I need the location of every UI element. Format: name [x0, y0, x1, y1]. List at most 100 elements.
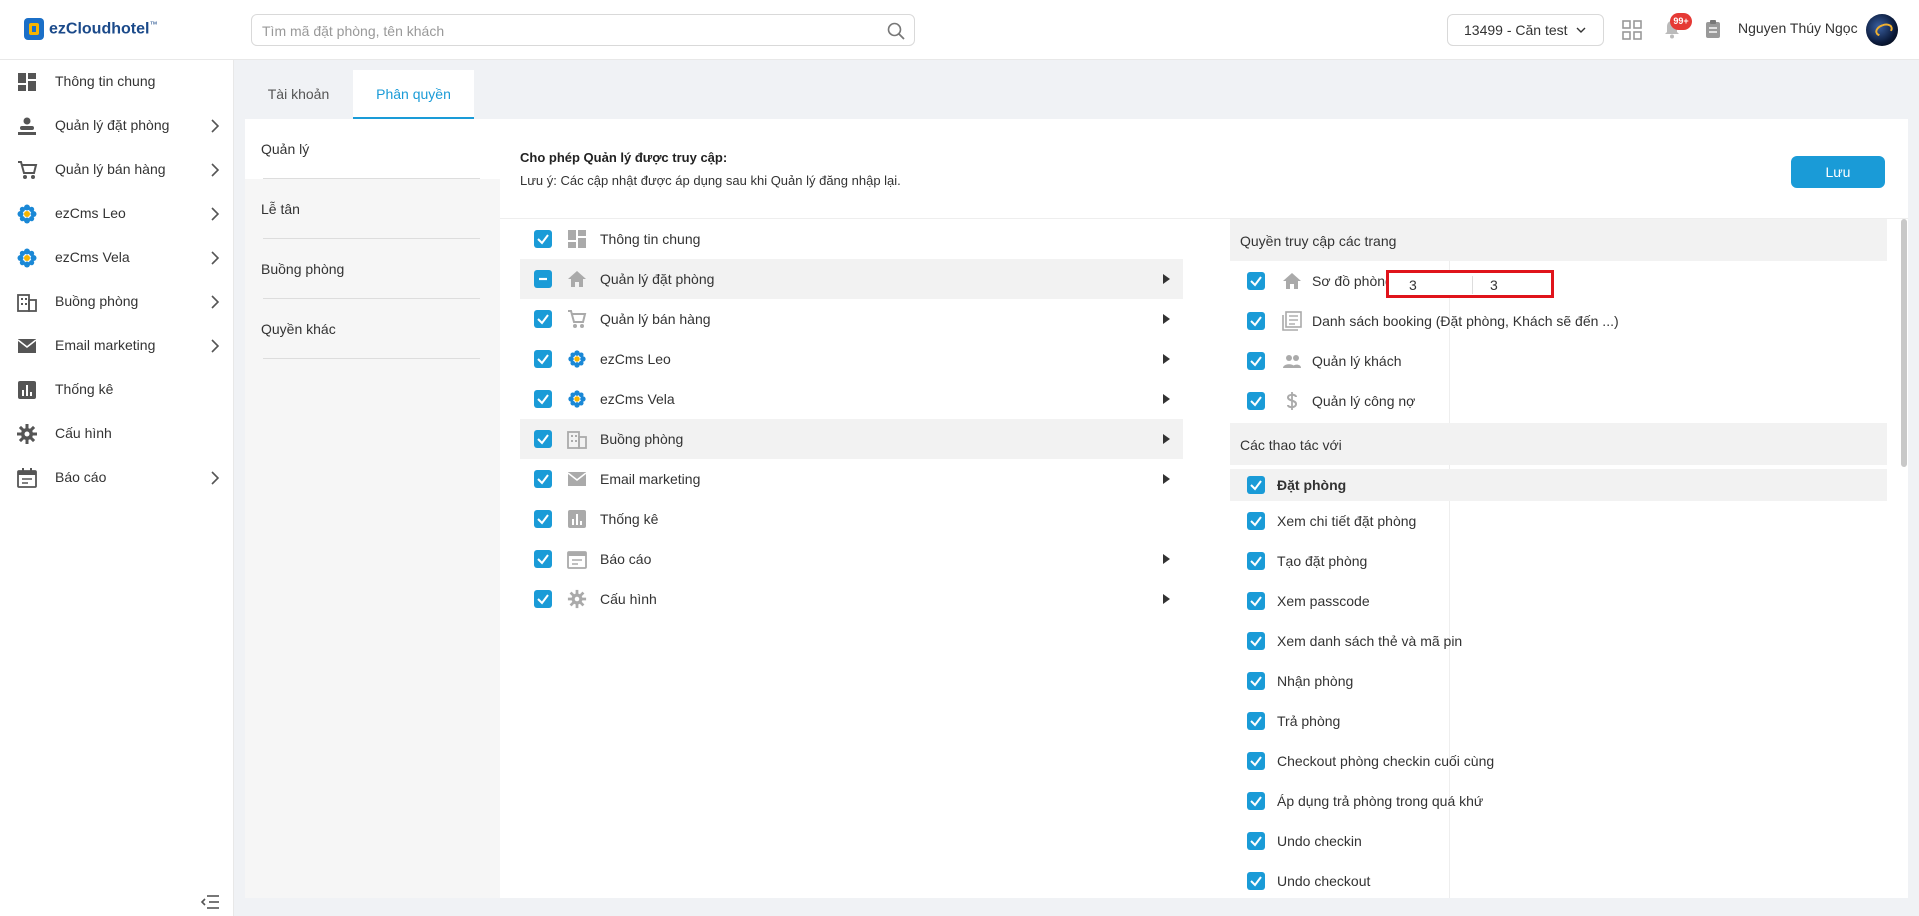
- access-item-so-do-phong[interactable]: Sơ đồ phòng: [1230, 261, 1887, 301]
- module-item-ezcms-leo[interactable]: ezCms Leo: [520, 339, 1183, 379]
- checkbox-checked[interactable]: [1247, 512, 1265, 530]
- action-item[interactable]: Undo checkout: [1230, 861, 1887, 901]
- tab-permissions[interactable]: Phân quyền: [353, 70, 474, 119]
- action-group-label: Đặt phòng: [1277, 477, 1347, 493]
- module-item-thong-tin-chung[interactable]: Thông tin chung: [520, 219, 1183, 259]
- action-item[interactable]: Xem chi tiết đặt phòng: [1230, 501, 1887, 541]
- section-title: Các thao tác với: [1240, 437, 1342, 453]
- hotel-selector[interactable]: 13499 - Căn test: [1447, 14, 1604, 46]
- role-item-quyen-khac[interactable]: Quyền khác: [245, 299, 500, 359]
- caret-right-icon: [1163, 354, 1170, 364]
- sidebar-item-quan-ly-dat-phong[interactable]: Quản lý đặt phòng: [0, 104, 234, 148]
- action-label: Xem passcode: [1277, 593, 1370, 609]
- checkbox-checked[interactable]: [1247, 272, 1265, 290]
- action-item[interactable]: Tạo đặt phòng: [1230, 541, 1887, 581]
- sidebar-item-label: Thống kê: [55, 381, 114, 397]
- checkbox-checked[interactable]: [534, 550, 552, 568]
- brand-logo[interactable]: ezCloudhotel™: [24, 17, 157, 41]
- checkbox-checked[interactable]: [534, 470, 552, 488]
- checkbox-checked[interactable]: [534, 590, 552, 608]
- sidebar-item-buong-phong[interactable]: Buồng phòng: [0, 280, 234, 324]
- sidebar-item-ezcms-leo[interactable]: ezCms Leo: [0, 192, 234, 236]
- room-map-input-1[interactable]: [1409, 276, 1469, 294]
- search-input[interactable]: [262, 21, 862, 41]
- module-item-thong-ke[interactable]: Thống kê: [520, 499, 1183, 539]
- search-icon[interactable]: [886, 21, 906, 41]
- sidebar-item-cau-hinh[interactable]: Cấu hình: [0, 412, 234, 456]
- action-item[interactable]: Xem danh sách thẻ và mã pin: [1230, 621, 1887, 661]
- access-item-danh-sach-booking[interactable]: Danh sách booking (Đặt phòng, Khách sẽ đ…: [1230, 301, 1887, 341]
- access-label: Danh sách booking (Đặt phòng, Khách sẽ đ…: [1312, 313, 1619, 329]
- action-item[interactable]: Xem passcode: [1230, 581, 1887, 621]
- checkbox-checked[interactable]: [1247, 392, 1265, 410]
- role-item-le-tan[interactable]: Lễ tân: [245, 179, 500, 239]
- access-item-quan-ly-cong-no[interactable]: Quản lý công nợ: [1230, 381, 1887, 421]
- sidebar: Thông tin chung Quản lý đặt phòng Quản l…: [0, 60, 234, 916]
- role-label: Quyền khác: [261, 321, 336, 337]
- module-item-cau-hinh[interactable]: Cấu hình: [520, 579, 1183, 619]
- sidebar-item-label: Thông tin chung: [55, 73, 156, 89]
- room-map-input-2[interactable]: [1490, 276, 1550, 294]
- brand-tm: ™: [149, 19, 158, 29]
- checkbox-checked[interactable]: [1247, 352, 1265, 370]
- clipboard-icon[interactable]: [1702, 18, 1724, 40]
- sidebar-item-ezcms-vela[interactable]: ezCms Vela: [0, 236, 234, 280]
- module-item-buong-phong[interactable]: Buồng phòng: [520, 419, 1183, 459]
- action-item[interactable]: Checkout phòng checkin cuối cùng: [1230, 741, 1887, 781]
- role-item-buong-phong[interactable]: Buồng phòng: [245, 239, 500, 299]
- checkbox-checked[interactable]: [1247, 476, 1265, 494]
- access-item-quan-ly-khach[interactable]: Quản lý khách: [1230, 341, 1887, 381]
- checkbox-checked[interactable]: [534, 510, 552, 528]
- tab-account[interactable]: Tài khoản: [245, 70, 352, 119]
- checkbox-checked[interactable]: [1247, 832, 1265, 850]
- sidebar-item-thong-tin-chung[interactable]: Thông tin chung: [0, 60, 234, 104]
- module-item-bao-cao[interactable]: Báo cáo: [520, 539, 1183, 579]
- module-item-quan-ly-ban-hang[interactable]: Quản lý bán hàng: [520, 299, 1183, 339]
- checkbox-checked[interactable]: [534, 430, 552, 448]
- save-button[interactable]: Lưu: [1791, 156, 1885, 188]
- sidebar-item-label: Cấu hình: [55, 425, 112, 441]
- action-item[interactable]: Undo checkin: [1230, 821, 1887, 861]
- checkbox-checked[interactable]: [1247, 312, 1265, 330]
- checkbox-checked[interactable]: [1247, 632, 1265, 650]
- calendar-icon: [17, 468, 37, 488]
- gear-icon: [17, 424, 37, 444]
- sidebar-item-email-marketing[interactable]: Email marketing: [0, 324, 234, 368]
- checkbox-checked[interactable]: [1247, 592, 1265, 610]
- apps-grid-icon[interactable]: [1621, 19, 1643, 41]
- sidebar-item-bao-cao[interactable]: Báo cáo: [0, 456, 234, 500]
- search-box: [251, 14, 915, 46]
- checkbox-checked[interactable]: [1247, 752, 1265, 770]
- checkbox-checked[interactable]: [534, 310, 552, 328]
- collapse-sidebar-icon[interactable]: [200, 892, 220, 912]
- checkbox-checked[interactable]: [1247, 552, 1265, 570]
- checkbox-checked[interactable]: [534, 390, 552, 408]
- action-item[interactable]: Nhận phòng: [1230, 661, 1887, 701]
- checkbox-checked[interactable]: [534, 350, 552, 368]
- checkbox-checked[interactable]: [1247, 712, 1265, 730]
- caret-right-icon: [1163, 314, 1170, 324]
- checkbox-checked[interactable]: [1247, 792, 1265, 810]
- sidebar-item-label: ezCms Leo: [55, 205, 126, 221]
- role-item-quan-ly[interactable]: Quản lý: [245, 119, 500, 179]
- checkbox-indeterminate[interactable]: [534, 270, 552, 288]
- module-item-quan-ly-dat-phong[interactable]: Quản lý đặt phòng: [520, 259, 1183, 299]
- scrollbar[interactable]: [1901, 219, 1907, 467]
- home-icon: [568, 271, 586, 287]
- checkbox-checked[interactable]: [1247, 872, 1265, 890]
- sidebar-item-quan-ly-ban-hang[interactable]: Quản lý bán hàng: [0, 148, 234, 192]
- checkbox-checked[interactable]: [1247, 672, 1265, 690]
- action-group-dat-phong[interactable]: Đặt phòng: [1230, 469, 1887, 501]
- gear-icon: [567, 589, 587, 609]
- checkbox-checked[interactable]: [534, 230, 552, 248]
- user-name[interactable]: Nguyen Thúy Ngọc: [1738, 20, 1858, 36]
- role-label: Lễ tân: [261, 201, 300, 217]
- access-label: Sơ đồ phòng: [1312, 273, 1393, 289]
- flower-icon: [568, 350, 586, 368]
- action-item[interactable]: Trả phòng: [1230, 701, 1887, 741]
- module-item-email-marketing[interactable]: Email marketing: [520, 459, 1183, 499]
- action-item[interactable]: Áp dụng trả phòng trong quá khứ: [1230, 781, 1887, 821]
- module-item-ezcms-vela[interactable]: ezCms Vela: [520, 379, 1183, 419]
- sidebar-item-thong-ke[interactable]: Thống kê: [0, 368, 234, 412]
- avatar[interactable]: [1866, 14, 1898, 46]
